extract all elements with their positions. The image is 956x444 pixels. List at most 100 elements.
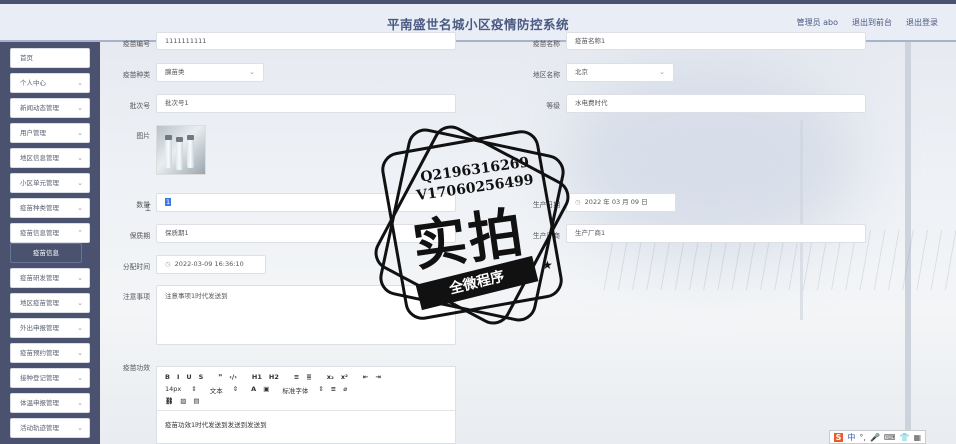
h2-button[interactable]: H2: [269, 373, 279, 381]
sidebar-item-vaccination[interactable]: 接种登记管理 ⌄: [10, 368, 90, 388]
manufacturer-input[interactable]: 生产厂商1: [566, 224, 866, 243]
sidebar-item-personal[interactable]: 个人中心 ⌄: [10, 73, 90, 93]
region-label: 地区名称: [532, 71, 560, 79]
italic-button[interactable]: I: [177, 373, 179, 381]
shelf-life-label: 保质期: [129, 232, 150, 240]
background-pole: [800, 120, 803, 320]
chevron-down-icon: ⌄: [77, 299, 83, 307]
indent-button[interactable]: ⇥: [375, 373, 380, 381]
sidebar-item-temperature[interactable]: 体温申报管理 ⌄: [10, 393, 90, 413]
editor-content[interactable]: 疫苗功效1时代发送到发送到发送到: [165, 419, 267, 429]
sidebar-item-label: 疫苗研发管理: [20, 274, 59, 282]
sidebar-item-label: 接种登记管理: [20, 374, 59, 382]
region-value: 北京: [575, 68, 588, 76]
admin-user-label[interactable]: 管理员 abo: [797, 17, 838, 28]
code-button[interactable]: ‹/›: [229, 373, 237, 381]
toolbar-row-format: B I U S ❞ ‹/› H1 H2 ≡ ≣ x₂ x² ⇤ ⇥: [165, 373, 381, 381]
video-icon[interactable]: ▤: [193, 397, 199, 405]
batch-input[interactable]: 批次号1: [156, 94, 456, 113]
clear-format-icon[interactable]: ⌀: [343, 385, 347, 395]
mouse-cursor-icon: ⌶: [145, 203, 151, 214]
bold-button[interactable]: B: [165, 373, 170, 381]
skin-icon[interactable]: 👕: [899, 433, 909, 442]
chevron-down-icon: ⌄: [77, 204, 83, 212]
font-family-value: 标准字体: [282, 387, 309, 395]
production-date-value: 2022 年 03 月 09 日: [584, 198, 648, 206]
back-to-frontend-link[interactable]: 退出到前台: [852, 17, 892, 28]
quantity-input[interactable]: 1: [156, 193, 456, 212]
sidebar-item-community[interactable]: 小区单元管理 ⌄: [10, 173, 90, 193]
sidebar-subitem-vaccine-info[interactable]: 疫苗信息: [10, 243, 82, 263]
quote-button[interactable]: ❞: [218, 373, 222, 381]
link-icon[interactable]: ⛓: [165, 397, 173, 405]
sidebar-item-booking[interactable]: 疫苗预约管理 ⌄: [10, 343, 90, 363]
region-select[interactable]: 北京 ⌄: [566, 63, 674, 82]
chevron-down-icon: ⌄: [77, 349, 83, 357]
stamp-qq-text: Q2196316269: [419, 154, 531, 186]
grade-input[interactable]: 水电费时代: [566, 94, 866, 113]
vaccine-image-thumbnail[interactable]: [156, 125, 206, 175]
sidebar-item-vaccine-type[interactable]: 疫苗种类管理 ⌄: [10, 198, 90, 218]
text-style-value: 文本: [209, 387, 223, 395]
vial-shape: [176, 137, 183, 170]
chevron-down-icon: ⌄: [77, 399, 83, 407]
sidebar-item-region-vaccine[interactable]: 地区疫苗管理 ⌄: [10, 293, 90, 313]
allocation-time-label: 分配时间: [122, 263, 150, 271]
sidebar-item-vaccine-info[interactable]: 疫苗信息管理 ⌃: [10, 223, 90, 243]
grid-icon[interactable]: ▦: [913, 433, 921, 442]
subscript-button[interactable]: x₂: [327, 373, 334, 381]
align-icon[interactable]: ≡: [331, 385, 336, 395]
outdent-button[interactable]: ⇤: [363, 373, 368, 381]
chevron-up-icon: ⌃: [77, 229, 83, 237]
h1-button[interactable]: H1: [252, 373, 262, 381]
vaccine-no-input[interactable]: 1111111111: [156, 32, 456, 50]
notes-label: 注意事项: [122, 293, 150, 301]
sidebar-item-label: 用户管理: [20, 129, 46, 137]
vaccine-no-label: 疫苗编号: [122, 40, 150, 48]
font-size-select[interactable]: 14px ⇕: [165, 385, 197, 395]
ordered-list-button[interactable]: ≡: [294, 373, 299, 381]
underline-button[interactable]: U: [186, 373, 191, 381]
sidebar-item-label: 地区信息管理: [20, 154, 59, 162]
ime-toolbar[interactable]: S 中 °, 🎤 ⌨ 👕 ▦: [828, 430, 926, 444]
chevron-down-icon: ⌄: [77, 154, 83, 162]
vaccine-type-select[interactable]: 腺苗类 ⌄: [156, 63, 264, 82]
sidebar-item-users[interactable]: 用户管理 ⌄: [10, 123, 90, 143]
sidebar-item-region[interactable]: 地区信息管理 ⌄: [10, 148, 90, 168]
ime-mode-label[interactable]: 中: [847, 432, 855, 443]
chevron-down-icon: ⌄: [659, 68, 665, 76]
bullet-list-button[interactable]: ≣: [306, 373, 311, 381]
sidebar-item-trajectory[interactable]: 活动轨迹管理 ⌄: [10, 418, 90, 438]
sidebar: 首页 个人中心 ⌄ 新闻动态管理 ⌄ 用户管理 ⌄ 地区信息管理 ⌄ 小区单元管理 ⌄ 疫…: [0, 42, 100, 444]
text-style-select[interactable]: 文本 ⇕: [210, 385, 238, 395]
shelf-life-input[interactable]: 保质期1: [156, 224, 456, 243]
sidebar-item-vaccine-rd[interactable]: 疫苗研发管理 ⌄: [10, 268, 90, 288]
chevron-down-icon: ⌄: [77, 129, 83, 137]
microphone-icon[interactable]: 🎤: [870, 433, 880, 442]
updown-icon: ⇕: [232, 385, 239, 393]
strike-button[interactable]: S: [199, 373, 204, 381]
sogou-logo-icon: S: [833, 432, 844, 442]
image-icon[interactable]: ▨: [180, 397, 186, 405]
sidebar-item-home[interactable]: 首页: [10, 48, 90, 68]
superscript-button[interactable]: x²: [341, 373, 348, 381]
production-date-input[interactable]: ◷ 2022 年 03 月 09 日: [566, 193, 676, 212]
clock-icon: ◷: [165, 260, 171, 268]
quantity-value: 1: [165, 198, 172, 206]
vaccine-name-input[interactable]: 疫苗名称1: [566, 32, 866, 50]
chevron-down-icon: ⌄: [77, 374, 83, 382]
notes-textarea[interactable]: 注意事项1时代发送到: [156, 285, 456, 345]
batch-label: 批次号: [129, 102, 150, 110]
allocation-time-input[interactable]: ◷ 2022-03-09 16:36:10: [156, 255, 266, 274]
logout-link[interactable]: 退出登录: [906, 17, 938, 28]
font-family-select[interactable]: 标准字体 ⇕: [282, 385, 323, 395]
keyboard-icon[interactable]: ⌨: [884, 433, 896, 442]
sidebar-item-label: 疫苗信息管理: [20, 229, 59, 237]
punctuation-icon[interactable]: °,: [859, 433, 866, 442]
sidebar-item-label: 外出申报管理: [20, 324, 59, 332]
font-color-icon[interactable]: A: [251, 385, 256, 395]
chevron-down-icon: ⌄: [77, 104, 83, 112]
sidebar-item-news[interactable]: 新闻动态管理 ⌄: [10, 98, 90, 118]
background-color-icon[interactable]: ▣: [263, 385, 269, 395]
sidebar-item-outing[interactable]: 外出申报管理 ⌄: [10, 318, 90, 338]
